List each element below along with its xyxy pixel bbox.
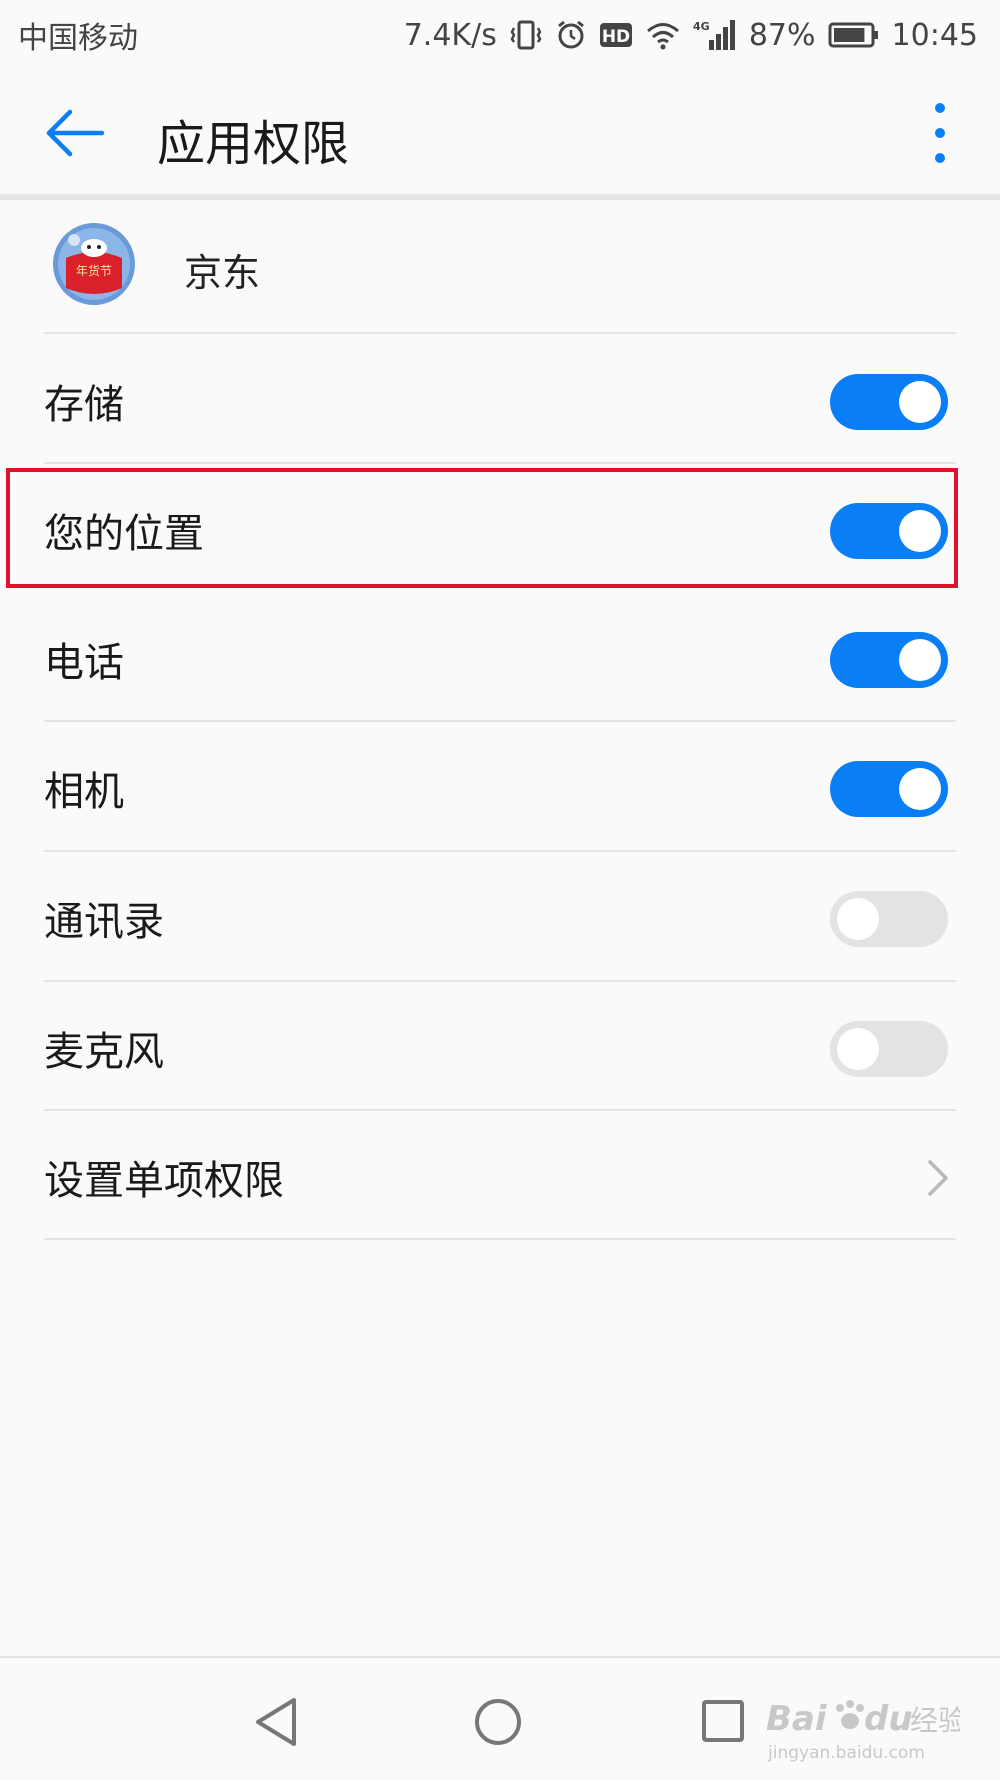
permission-label: 电话 — [44, 640, 124, 686]
status-icons: 7.4K/s HD 4G 87% 10:45 — [404, 18, 978, 53]
watermark-brand: Bai — [766, 1699, 828, 1739]
page-title: 应用权限 — [157, 116, 350, 172]
app-info-row: 年货节 京东 — [0, 200, 1000, 332]
permission-row-storage[interactable]: 存储 — [0, 336, 1000, 464]
vibrate-icon — [509, 19, 543, 51]
back-button[interactable] — [40, 98, 110, 168]
microphone-toggle[interactable] — [830, 1021, 948, 1077]
divider — [44, 1238, 956, 1240]
contacts-toggle[interactable] — [830, 891, 948, 947]
permission-label: 存储 — [44, 382, 124, 428]
nav-recent-apps-button[interactable] — [700, 1698, 746, 1744]
hd-label: HD — [602, 27, 630, 47]
nav-home-button[interactable] — [472, 1696, 524, 1748]
camera-toggle[interactable] — [830, 761, 948, 817]
nav-back-button[interactable] — [252, 1696, 302, 1748]
paw-icon — [836, 1700, 864, 1729]
watermark-brand-2: du — [864, 1699, 913, 1739]
watermark-url: jingyan.baidu.com — [767, 1743, 925, 1763]
toggle-knob — [899, 639, 941, 681]
app-bar: 应用权限 — [0, 70, 1000, 200]
permission-row-camera[interactable]: 相机 — [0, 723, 1000, 851]
toggle-knob — [899, 381, 941, 423]
divider — [44, 1109, 956, 1111]
individual-permissions-row[interactable]: 设置单项权限 — [0, 1112, 1000, 1240]
highlight-annotation-box — [6, 468, 958, 588]
app-icon-text: 年货节 — [76, 263, 112, 278]
network-type: 4G — [693, 20, 710, 33]
carrier-name: 中国移动 — [18, 21, 138, 56]
arrow-left-icon — [46, 109, 105, 157]
toggle-knob — [837, 1028, 879, 1070]
divider — [44, 332, 956, 334]
toggle-knob — [899, 768, 941, 810]
storage-toggle[interactable] — [830, 374, 948, 430]
status-bar: 中国移动 7.4K/s HD 4G 87% 10:45 — [0, 0, 1000, 70]
battery-icon — [828, 21, 880, 49]
signal-icon: 4G — [693, 18, 737, 52]
app-name: 京东 — [184, 251, 261, 295]
battery-percent: 87% — [748, 17, 816, 53]
permission-label: 麦克风 — [44, 1029, 164, 1075]
chevron-right-icon — [928, 1160, 948, 1196]
permission-row-contacts[interactable]: 通讯录 — [0, 853, 1000, 981]
more-options-button[interactable] — [920, 98, 960, 168]
permission-label: 相机 — [44, 769, 124, 815]
wifi-icon — [645, 20, 681, 50]
battery-fill — [833, 28, 864, 42]
watermark-suffix: 经验 — [910, 1704, 960, 1737]
permission-label: 通讯录 — [44, 899, 164, 945]
divider — [44, 850, 956, 852]
toggle-knob — [837, 898, 879, 940]
network-speed: 7.4K/s — [403, 17, 497, 53]
phone-toggle[interactable] — [830, 632, 948, 688]
baidu-jingyan-watermark: Bai du 经验 jingyan.baidu.com — [766, 1699, 960, 1763]
divider — [44, 980, 956, 982]
jd-app-icon: 年货节 — [52, 222, 136, 306]
divider — [44, 720, 956, 722]
divider — [44, 462, 956, 464]
permission-row-microphone[interactable]: 麦克风 — [0, 983, 1000, 1111]
system-nav-bar: Bai du 经验 jingyan.baidu.com — [0, 1656, 1000, 1780]
clock: 10:45 — [891, 17, 978, 53]
more-vertical-icon — [935, 103, 945, 163]
individual-permissions-label: 设置单项权限 — [44, 1158, 284, 1204]
hd-icon: HD — [599, 21, 633, 49]
alarm-icon — [555, 19, 587, 51]
permission-row-phone[interactable]: 电话 — [0, 594, 1000, 722]
